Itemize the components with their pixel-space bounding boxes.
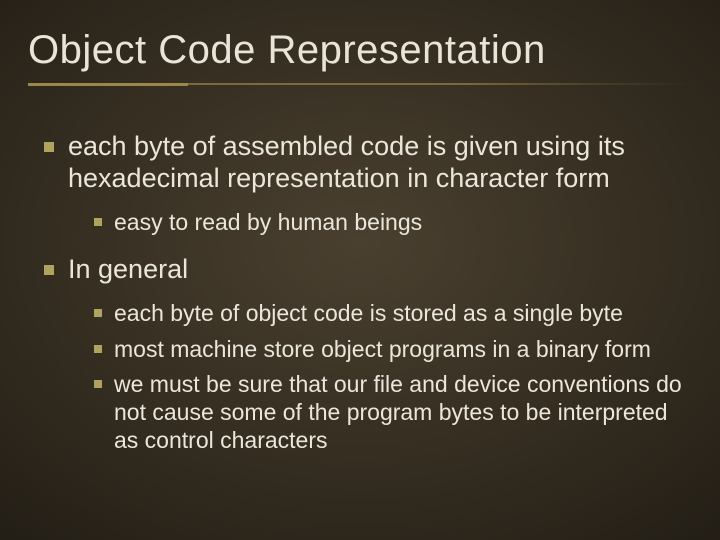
bullet-text: each byte of assembled code is given usi…	[68, 131, 625, 193]
list-item: In general each byte of object code is s…	[34, 254, 692, 454]
bullet-text: each byte of object code is stored as a …	[114, 300, 623, 326]
bullet-text: most machine store object programs in a …	[114, 336, 651, 362]
list-item: each byte of object code is stored as a …	[86, 300, 692, 328]
sub-bullet-list: easy to read by human beings	[68, 209, 692, 237]
title-rule	[28, 83, 692, 91]
slide-body: each byte of assembled code is given usi…	[28, 131, 692, 454]
sub-bullet-list: each byte of object code is stored as a …	[68, 300, 692, 454]
slide-title: Object Code Representation	[28, 28, 692, 73]
bullet-text: we must be sure that our file and device…	[114, 371, 682, 452]
list-item: each byte of assembled code is given usi…	[34, 131, 692, 236]
list-item: we must be sure that our file and device…	[86, 371, 692, 454]
bullet-text: In general	[68, 254, 188, 284]
slide: Object Code Representation each byte of …	[0, 0, 720, 540]
list-item: most machine store object programs in a …	[86, 336, 692, 364]
bullet-text: easy to read by human beings	[114, 209, 422, 235]
bullet-list: each byte of assembled code is given usi…	[28, 131, 692, 454]
list-item: easy to read by human beings	[86, 209, 692, 237]
